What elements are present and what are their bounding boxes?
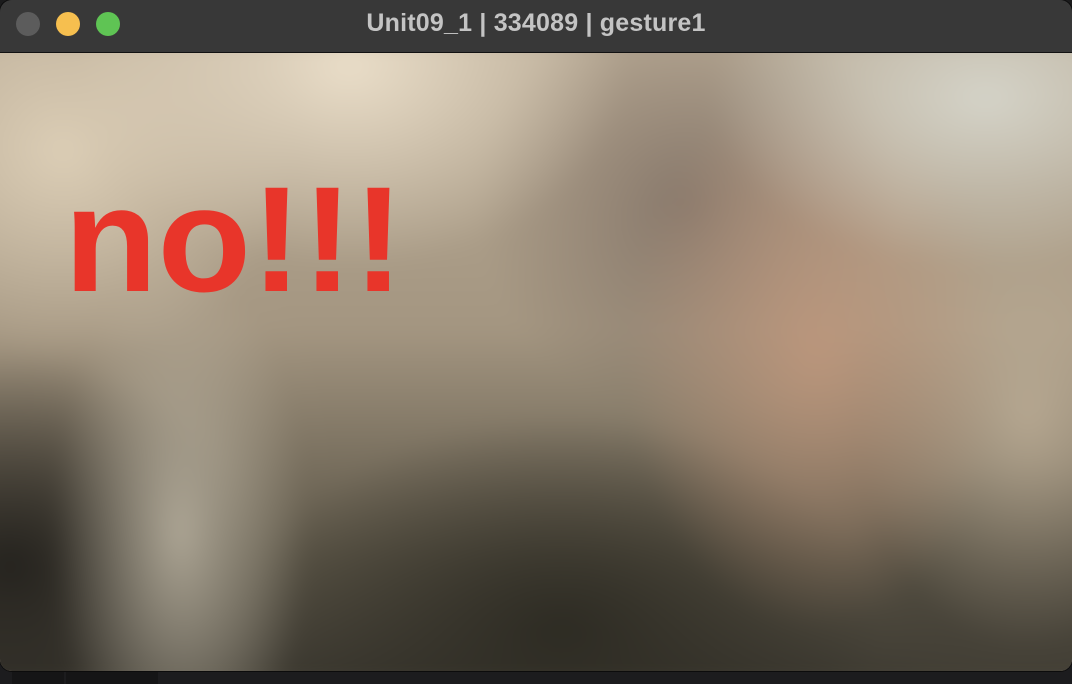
video-window: Unit09_1 | 334089 | gesture1 no!!! bbox=[0, 0, 1072, 671]
blurred-camera-image bbox=[0, 53, 1072, 671]
video-frame: no!!! bbox=[0, 53, 1072, 671]
overlay-text: no!!! bbox=[64, 165, 404, 305]
desktop-element bbox=[12, 670, 64, 684]
gesture-overlay: no!!! bbox=[64, 165, 404, 305]
window-title: Unit09_1 | 334089 | gesture1 bbox=[366, 9, 706, 37]
title-bar[interactable]: Unit09_1 | 334089 | gesture1 bbox=[0, 0, 1072, 53]
desktop-element bbox=[66, 670, 158, 684]
